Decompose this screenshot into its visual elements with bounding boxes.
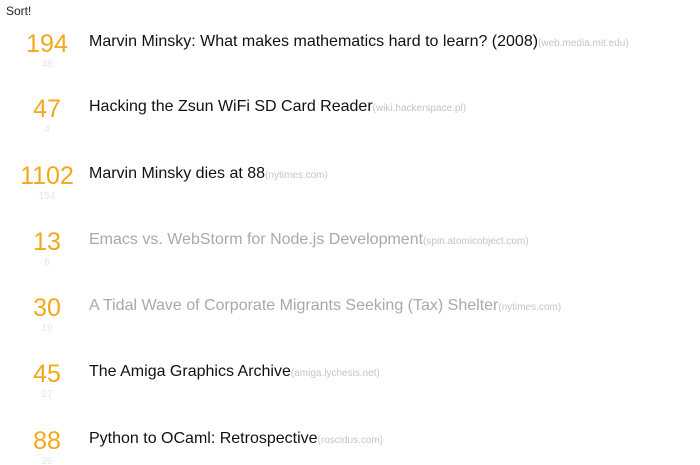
story-score[interactable]: 45 — [0, 359, 94, 389]
story-title-link[interactable]: Marvin Minsky dies at 88 — [89, 165, 265, 182]
story-comment-count[interactable]: 4 — [0, 124, 94, 136]
story-domain[interactable]: (spin.atomicobject.com) — [423, 236, 529, 247]
story-comment-count[interactable]: 27 — [0, 389, 94, 401]
story-domain[interactable]: (wiki.hackerspace.pl) — [373, 103, 466, 114]
story-item: 194 48 Marvin Minsky: What makes mathema… — [0, 29, 700, 89]
story-domain[interactable]: (amiga.lychesis.net) — [291, 368, 380, 379]
sort-button[interactable]: Sort! — [6, 4, 31, 18]
story-title-line: Marvin Minsky dies at 88(nytimes.com) — [89, 165, 328, 183]
story-score[interactable]: 13 — [0, 227, 94, 257]
story-comment-count[interactable]: 26 — [0, 456, 94, 465]
story-domain[interactable]: (nytimes.com) — [265, 170, 328, 181]
story-item: 30 19 A Tidal Wave of Corporate Migrants… — [0, 293, 700, 353]
story-item: 45 27 The Amiga Graphics Archive(amiga.l… — [0, 359, 700, 419]
story-comment-count[interactable]: 19 — [0, 323, 94, 335]
story-item: 1102 154 Marvin Minsky dies at 88(nytime… — [0, 161, 700, 221]
story-score[interactable]: 47 — [0, 94, 94, 124]
story-title-link[interactable]: Marvin Minsky: What makes mathematics ha… — [89, 33, 538, 50]
story-item: 13 6 Emacs vs. WebStorm for Node.js Deve… — [0, 227, 700, 287]
story-score[interactable]: 1102 — [0, 161, 94, 191]
story-title-link[interactable]: Hacking the Zsun WiFi SD Card Reader — [89, 98, 373, 115]
story-item: 47 4 Hacking the Zsun WiFi SD Card Reade… — [0, 94, 700, 154]
story-title-link[interactable]: A Tidal Wave of Corporate Migrants Seeki… — [89, 297, 498, 314]
story-list-page: Sort! 194 48 Marvin Minsky: What makes m… — [0, 0, 700, 465]
story-title-link[interactable]: Emacs vs. WebStorm for Node.js Developme… — [89, 231, 423, 248]
story-title-link[interactable]: Python to OCaml: Retrospective — [89, 430, 318, 447]
story-comment-count[interactable]: 6 — [0, 257, 94, 269]
story-title-line: Marvin Minsky: What makes mathematics ha… — [89, 33, 629, 51]
story-title-line: Emacs vs. WebStorm for Node.js Developme… — [89, 231, 529, 249]
story-score[interactable]: 194 — [0, 29, 94, 59]
story-comment-count[interactable]: 48 — [0, 59, 94, 71]
story-title-line: The Amiga Graphics Archive(amiga.lychesi… — [89, 363, 380, 381]
story-domain[interactable]: (web.media.mit.edu) — [538, 38, 629, 49]
story-title-line: Python to OCaml: Retrospective(roscidus.… — [89, 430, 383, 448]
story-title-line: Hacking the Zsun WiFi SD Card Reader(wik… — [89, 98, 466, 116]
story-domain[interactable]: (roscidus.com) — [318, 435, 384, 446]
story-score[interactable]: 30 — [0, 293, 94, 323]
story-score[interactable]: 88 — [0, 426, 94, 456]
story-item: 88 26 Python to OCaml: Retrospective(ros… — [0, 426, 700, 465]
story-domain[interactable]: (nytimes.com) — [498, 302, 561, 313]
story-comment-count[interactable]: 154 — [0, 191, 94, 203]
story-title-line: A Tidal Wave of Corporate Migrants Seeki… — [89, 297, 561, 315]
story-title-link[interactable]: The Amiga Graphics Archive — [89, 363, 291, 380]
